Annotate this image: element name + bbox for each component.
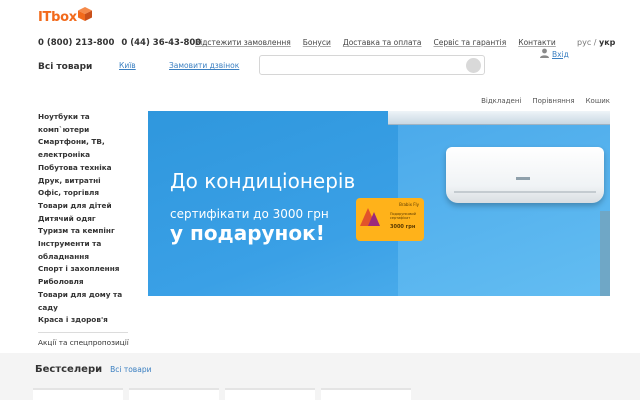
sidebar-item-laptops[interactable]: Ноутбуки та комп`ютери	[38, 111, 130, 136]
site-logo[interactable]: ITbox	[38, 6, 92, 25]
banner-wall	[398, 111, 610, 296]
sidebar-item-tools[interactable]: Інструменти та обладнання	[38, 238, 130, 263]
sidebar-item-promotions[interactable]: Акції та спецпропозиції	[38, 338, 130, 347]
promo-banner[interactable]: До кондиціонерів сертифікати до 3000 грн…	[148, 111, 610, 296]
cart-link[interactable]: Кошик	[586, 97, 610, 105]
nav-track-order[interactable]: Відстежити замовлення	[195, 38, 291, 47]
sidebar-divider	[38, 331, 128, 333]
card-text: Подарунковий сертифікат	[390, 212, 416, 220]
sidebar-item-kids-goods[interactable]: Товари для дітей	[38, 200, 130, 213]
product-card[interactable]	[129, 388, 219, 400]
cube-icon	[77, 6, 92, 21]
nav-service[interactable]: Сервіс та гарантія	[434, 38, 507, 47]
ac-vent	[454, 191, 596, 193]
sidebar-item-tourism[interactable]: Туризм та кемпінг	[38, 225, 130, 238]
gift-card-image: Brabix Fly Подарунковий сертифікат 3000 …	[356, 198, 424, 241]
compare-link[interactable]: Порівняння	[532, 97, 574, 105]
sidebar-item-beauty[interactable]: Краса і здоров'я	[38, 314, 130, 327]
search-icon[interactable]	[466, 58, 481, 73]
product-card[interactable]	[225, 388, 315, 400]
category-sidebar: Ноутбуки та комп`ютери Смартфони, ТВ, ел…	[38, 111, 130, 347]
user-links: Відкладені Порівняння Кошик	[481, 97, 610, 105]
logo-text: ITbox	[38, 10, 77, 25]
sidebar-item-sport[interactable]: Спорт і захоплення	[38, 263, 130, 276]
city-selector[interactable]: Київ	[119, 61, 136, 70]
wishlist-link[interactable]: Відкладені	[481, 97, 521, 105]
banner-subline: сертифікати до 3000 грн	[170, 207, 329, 221]
phone-number[interactable]: 0 (800) 213-800	[38, 38, 114, 48]
sidebar-item-smartphones[interactable]: Смартфони, ТВ, електроніка	[38, 136, 130, 161]
sidebar-item-fishing[interactable]: Риболовля	[38, 276, 130, 289]
nav-delivery[interactable]: Доставка та оплата	[343, 38, 422, 47]
card-brand: Brabix Fly	[399, 202, 419, 207]
user-icon	[540, 48, 549, 60]
all-goods-menu[interactable]: Всі товари	[38, 62, 92, 72]
banner-gift-line: у подарунок!	[170, 221, 325, 245]
product-card[interactable]	[33, 388, 123, 400]
card-amount: 3000 грн	[390, 224, 416, 230]
sidebar-item-kids-clothing[interactable]: Дитячий одяг	[38, 213, 130, 226]
air-conditioner-image	[446, 147, 604, 203]
phone-number[interactable]: 0 (44) 36-43-800	[121, 38, 201, 48]
lang-ru[interactable]: рус	[577, 38, 591, 47]
phone-numbers: 0 (800) 213-800 0 (44) 36-43-800	[38, 38, 201, 48]
banner-pipe	[600, 211, 610, 296]
callback-link[interactable]: Замовити дзвінок	[169, 61, 239, 70]
sidebar-item-home-garden[interactable]: Товари для дому та саду	[38, 289, 130, 314]
login-link[interactable]: Вхід	[540, 48, 569, 60]
product-card[interactable]	[321, 388, 411, 400]
lang-uk[interactable]: укр	[599, 38, 615, 47]
banner-window-rail	[388, 111, 610, 125]
login-label: Вхід	[552, 49, 569, 59]
sidebar-item-printing[interactable]: Друк, витратні	[38, 175, 130, 188]
banner-headline: До кондиціонерів	[170, 169, 356, 193]
bestsellers-title: Бестселери	[35, 364, 103, 375]
nav-contacts[interactable]: Контакти	[518, 38, 556, 47]
bestsellers-header: Бестселери Всі товари	[35, 364, 151, 375]
sidebar-item-office[interactable]: Офіс, торгівля	[38, 187, 130, 200]
nav-bonuses[interactable]: Бонуси	[303, 38, 331, 47]
language-switcher: рус / укр	[577, 38, 615, 47]
lang-separator: /	[593, 38, 597, 47]
product-row	[33, 388, 411, 400]
card-mountain-shape	[368, 212, 380, 226]
ac-brand-mark	[516, 177, 530, 180]
search-input[interactable]	[260, 59, 460, 78]
search-bar	[259, 55, 485, 78]
sidebar-item-appliances[interactable]: Побутова техніка	[38, 162, 130, 175]
bestsellers-all-link[interactable]: Всі товари	[110, 365, 151, 374]
top-nav: Відстежити замовлення Бонуси Доставка та…	[195, 38, 556, 47]
